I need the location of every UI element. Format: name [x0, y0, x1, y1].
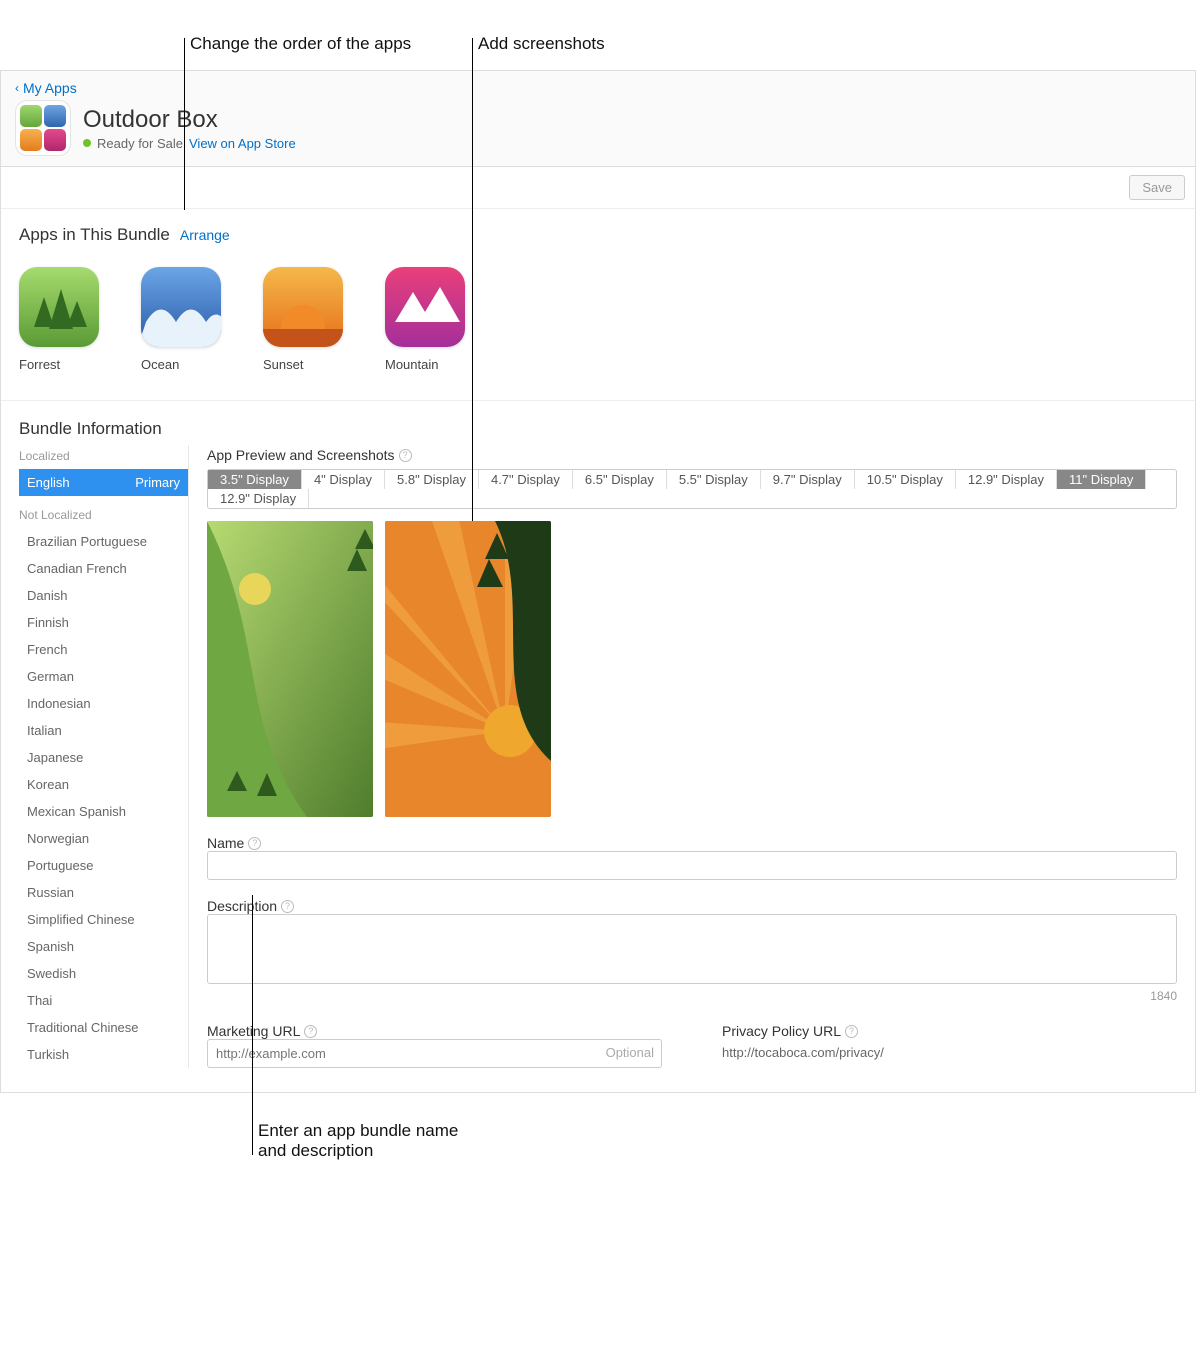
- callout-screenshots-line: [472, 38, 473, 522]
- chevron-left-icon: ‹: [15, 81, 19, 95]
- primary-badge: Primary: [135, 475, 180, 490]
- lang-item[interactable]: Italian: [19, 717, 188, 744]
- bundle-icon: [15, 100, 71, 156]
- lang-item-english[interactable]: English Primary: [19, 469, 188, 496]
- app-icon-mountain: [385, 267, 465, 347]
- display-size-tab[interactable]: 10.5" Display: [855, 470, 956, 489]
- callout-order-line: [184, 38, 185, 210]
- callout-order: Change the order of the apps: [190, 34, 411, 54]
- display-size-tab[interactable]: 9.7" Display: [761, 470, 855, 489]
- localized-header: Localized: [19, 445, 188, 469]
- lang-name: English: [27, 475, 70, 490]
- optional-tag: Optional: [606, 1045, 654, 1060]
- display-size-tab[interactable]: 12.9" Display: [208, 489, 309, 508]
- app-label: Sunset: [263, 357, 347, 372]
- arrange-link[interactable]: Arrange: [180, 227, 230, 243]
- lang-item[interactable]: Danish: [19, 582, 188, 609]
- lang-item[interactable]: Finnish: [19, 609, 188, 636]
- section-title: Apps in This Bundle: [19, 225, 170, 245]
- app-label: Forrest: [19, 357, 103, 372]
- status-dot-icon: [83, 139, 91, 147]
- display-size-tab[interactable]: 4.7" Display: [479, 470, 573, 489]
- marketing-url-label: Marketing URL ?: [207, 1023, 662, 1039]
- lang-item[interactable]: Portuguese: [19, 852, 188, 879]
- display-size-tab[interactable]: 6.5" Display: [573, 470, 667, 489]
- screenshots-row: [207, 521, 1177, 817]
- display-size-tab[interactable]: 4" Display: [302, 470, 385, 489]
- help-icon[interactable]: ?: [304, 1025, 317, 1038]
- not-localized-header: Not Localized: [19, 504, 188, 528]
- lang-item[interactable]: Mexican Spanish: [19, 798, 188, 825]
- back-label: My Apps: [23, 80, 77, 96]
- content-column: App Preview and Screenshots ? 3.5" Displ…: [189, 445, 1177, 1068]
- app-icon-ocean: [141, 267, 221, 347]
- back-link[interactable]: ‹ My Apps: [15, 80, 77, 96]
- lang-item[interactable]: French: [19, 636, 188, 663]
- help-icon[interactable]: ?: [399, 449, 412, 462]
- app-icon-sunset: [263, 267, 343, 347]
- bundle-info-title: Bundle Information: [1, 401, 1195, 445]
- lang-item[interactable]: Thai: [19, 987, 188, 1014]
- screenshot-2[interactable]: [385, 521, 551, 817]
- apps-in-bundle-section: Apps in This Bundle Arrange Forrest Ocea…: [1, 209, 1195, 401]
- help-icon[interactable]: ?: [248, 837, 261, 850]
- bundle-app[interactable]: Sunset: [263, 267, 347, 372]
- display-size-tab[interactable]: 3.5" Display: [208, 470, 302, 489]
- view-on-store-link[interactable]: View on App Store: [189, 136, 296, 151]
- description-label: Description ?: [207, 898, 1177, 914]
- bundle-app[interactable]: Mountain: [385, 267, 469, 372]
- app-icon-forrest: [19, 267, 99, 347]
- save-button[interactable]: Save: [1129, 175, 1185, 200]
- app-label: Mountain: [385, 357, 469, 372]
- preview-label: App Preview and Screenshots ?: [207, 447, 1177, 463]
- display-size-tab[interactable]: 5.8" Display: [385, 470, 479, 489]
- help-icon[interactable]: ?: [281, 900, 294, 913]
- display-size-tabs: 3.5" Display4" Display5.8" Display4.7" D…: [207, 469, 1177, 509]
- lang-item[interactable]: Traditional Chinese: [19, 1014, 188, 1041]
- display-size-tab[interactable]: 12.9" Display: [956, 470, 1057, 489]
- save-bar: Save: [1, 167, 1195, 209]
- bundle-app[interactable]: Forrest: [19, 267, 103, 372]
- description-textarea[interactable]: [207, 914, 1177, 984]
- callout-bundle-name: Enter an app bundle name and description: [258, 1121, 1196, 1161]
- header: ‹ My Apps Outdoor Box Ready for Sale Vie…: [1, 71, 1195, 167]
- display-size-tab[interactable]: 11" Display: [1057, 470, 1146, 489]
- callout-bottom-line: [252, 895, 253, 1155]
- lang-item[interactable]: Canadian French: [19, 555, 188, 582]
- privacy-url-value: http://tocaboca.com/privacy/: [722, 1045, 1177, 1060]
- lang-item[interactable]: Indonesian: [19, 690, 188, 717]
- app-window: ‹ My Apps Outdoor Box Ready for Sale Vie…: [0, 70, 1196, 1093]
- lang-item[interactable]: Spanish: [19, 933, 188, 960]
- status-text: Ready for Sale: [97, 136, 183, 151]
- app-label: Ocean: [141, 357, 225, 372]
- lang-item[interactable]: Brazilian Portuguese: [19, 528, 188, 555]
- language-sidebar: Localized English Primary Not Localized …: [19, 445, 189, 1068]
- lang-item[interactable]: Japanese: [19, 744, 188, 771]
- callout-screenshots: Add screenshots: [478, 34, 605, 54]
- lang-item[interactable]: German: [19, 663, 188, 690]
- lang-item[interactable]: Swedish: [19, 960, 188, 987]
- lang-item[interactable]: Turkish: [19, 1041, 188, 1068]
- name-input[interactable]: [207, 851, 1177, 880]
- marketing-url-input[interactable]: [207, 1039, 662, 1068]
- char-count: 1840: [207, 989, 1177, 1003]
- lang-item[interactable]: Korean: [19, 771, 188, 798]
- lang-item[interactable]: Simplified Chinese: [19, 906, 188, 933]
- page-title: Outdoor Box: [83, 106, 296, 134]
- name-label: Name ?: [207, 835, 1177, 851]
- lang-item[interactable]: Russian: [19, 879, 188, 906]
- lang-item[interactable]: Norwegian: [19, 825, 188, 852]
- screenshot-1[interactable]: [207, 521, 373, 817]
- bundle-app[interactable]: Ocean: [141, 267, 225, 372]
- display-size-tab[interactable]: 5.5" Display: [667, 470, 761, 489]
- help-icon[interactable]: ?: [845, 1025, 858, 1038]
- bundle-info-body: Localized English Primary Not Localized …: [1, 445, 1195, 1092]
- privacy-url-label: Privacy Policy URL ?: [722, 1023, 1177, 1039]
